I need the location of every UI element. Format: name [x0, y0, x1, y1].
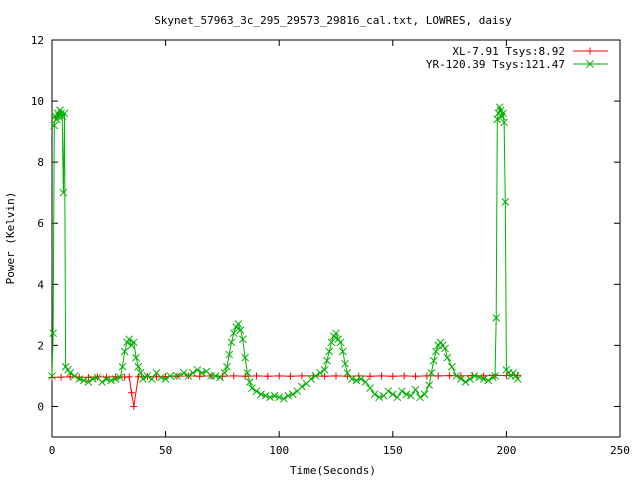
data-point: [245, 378, 254, 386]
data-point: [336, 338, 345, 347]
y-tick-label: 12: [31, 34, 44, 47]
y-tick-label: 10: [31, 95, 44, 108]
data-point: [332, 329, 340, 338]
data-point: [377, 372, 385, 380]
x-tick-label: 150: [383, 444, 403, 457]
data-point: [370, 390, 379, 399]
data-point: [128, 389, 136, 397]
data-point: [134, 362, 143, 371]
data-point: [230, 372, 238, 380]
data-point: [389, 372, 397, 380]
y-tick-label: 4: [37, 278, 44, 291]
x-tick-label: 200: [496, 444, 516, 457]
data-point: [196, 372, 204, 380]
data-point: [332, 372, 340, 380]
data-point: [416, 393, 424, 402]
x-axis-label: Time(Seconds): [290, 464, 376, 477]
data-point: [432, 347, 440, 356]
legend-label: YR-120.39 Tsys:121.47: [426, 58, 565, 71]
data-point: [298, 382, 306, 391]
data-point: [248, 384, 256, 392]
data-point: [252, 372, 260, 380]
data-point: [388, 390, 397, 399]
data-point: [316, 369, 324, 377]
data-point: [70, 372, 79, 380]
y-tick-label: 0: [37, 400, 44, 413]
legend-marker: [586, 47, 594, 55]
data-point: [252, 387, 261, 396]
data-point: [125, 373, 133, 381]
data-point: [325, 347, 334, 356]
data-point: [323, 356, 331, 365]
chart: Skynet_57963_3c_295_29573_29816_cal.txt,…: [4, 14, 630, 477]
y-tick-label: 6: [37, 217, 44, 230]
data-point: [441, 344, 449, 353]
data-point: [393, 393, 402, 402]
x-tick-label: 250: [610, 444, 630, 457]
legend-item: XL-7.91 Tsys:8.92: [452, 45, 608, 58]
data-point: [398, 387, 406, 396]
data-point: [411, 385, 420, 394]
x-tick-label: 0: [49, 444, 56, 457]
data-point: [321, 372, 329, 380]
data-point: [320, 365, 329, 374]
data-point: [412, 372, 420, 380]
data-point: [275, 372, 283, 380]
data-point: [420, 390, 429, 399]
legend-item: YR-120.39 Tsys:121.47: [426, 58, 608, 71]
data-point: [193, 365, 202, 374]
data-point: [136, 369, 145, 377]
y-axis: 0 2 4 6 8 10 12: [31, 34, 620, 413]
data-point: [434, 372, 442, 380]
data-point: [366, 372, 374, 380]
legend-label: XL-7.91 Tsys:8.92: [452, 45, 565, 58]
series-line: [51, 105, 519, 400]
data-point: [446, 372, 454, 380]
data-point: [130, 402, 138, 410]
y-axis-label: Power (Kelvin): [4, 192, 17, 285]
data-point: [461, 378, 470, 386]
data-point: [264, 372, 272, 380]
data-point: [443, 353, 452, 362]
data-point: [423, 372, 431, 380]
series-line: [51, 374, 518, 407]
data-point: [366, 384, 374, 392]
y-tick-label: 2: [37, 339, 44, 352]
data-point: [327, 338, 336, 347]
data-point: [448, 362, 456, 371]
chart-title: Skynet_57963_3c_295_29573_29816_cal.txt,…: [154, 14, 512, 27]
data-point: [218, 372, 226, 380]
x-tick-label: 50: [159, 444, 172, 457]
data-point: [361, 378, 370, 386]
data-point: [125, 335, 134, 344]
data-point: [236, 326, 245, 334]
data-point: [57, 373, 65, 381]
data-point: [298, 372, 306, 380]
y-tick-label: 8: [37, 156, 44, 169]
data-point: [400, 372, 408, 380]
data-point: [179, 369, 188, 377]
data-point: [98, 378, 106, 386]
data-point: [384, 387, 393, 396]
data-point: [234, 320, 243, 328]
data-point: [189, 369, 197, 377]
data-point: [229, 329, 238, 338]
series-yr: [48, 103, 522, 403]
legend: XL-7.91 Tsys:8.92YR-120.39 Tsys:121.47: [426, 45, 608, 71]
series-layer: [48, 103, 522, 410]
x-tick-label: 100: [269, 444, 289, 457]
data-point: [287, 372, 295, 380]
